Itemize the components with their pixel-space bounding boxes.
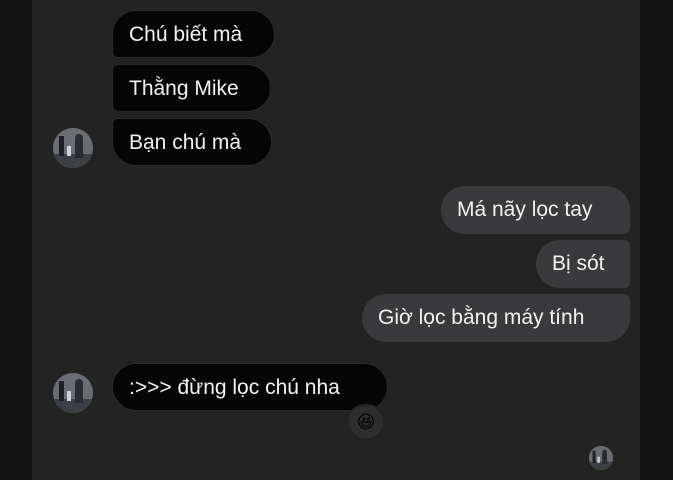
message-text: Bạn chú mà — [129, 131, 242, 154]
outgoing-message-bubble[interactable]: Giờ lọc bằng máy tính — [362, 294, 630, 342]
message-reaction[interactable]: 😆 — [347, 404, 385, 440]
message-text: Bị sót — [552, 252, 605, 275]
seen-avatar-icon — [589, 446, 613, 470]
incoming-message-bubble[interactable]: Thằng Mike — [112, 64, 271, 112]
outgoing-message-bubble[interactable]: Bị sót — [536, 240, 630, 288]
outgoing-message-bubble[interactable]: Má nãy lọc tay — [441, 186, 630, 234]
avatar-image — [53, 128, 93, 168]
contact-avatar[interactable] — [53, 128, 93, 168]
message-text: Thằng Mike — [129, 77, 239, 100]
message-text: Má nãy lọc tay — [457, 198, 593, 221]
laughing-emoji-icon: 😆 — [356, 412, 376, 432]
message-text: Chú biết mà — [129, 23, 243, 46]
message-text: Giờ lọc bằng máy tính — [378, 306, 585, 329]
contact-avatar[interactable] — [53, 373, 93, 413]
message-text: :>>> đừng lọc chú nha — [129, 376, 340, 399]
left-margin — [0, 0, 32, 480]
incoming-message-bubble[interactable]: Bạn chú mà — [112, 118, 272, 166]
incoming-message-bubble[interactable]: :>>> đừng lọc chú nha — [112, 363, 388, 411]
avatar-image — [589, 446, 613, 470]
incoming-message-bubble[interactable]: Chú biết mà — [112, 10, 275, 58]
right-margin — [640, 0, 673, 480]
avatar-image — [53, 373, 93, 413]
